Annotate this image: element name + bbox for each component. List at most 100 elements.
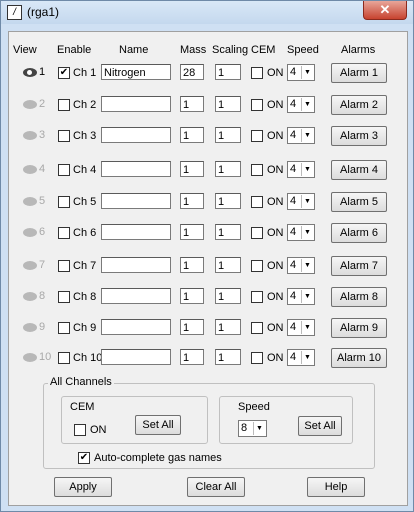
name-field[interactable] xyxy=(101,257,171,273)
mass-field[interactable]: 1 xyxy=(180,224,204,240)
cem-checkbox[interactable] xyxy=(251,322,263,334)
eye-icon[interactable] xyxy=(23,323,37,332)
channel-label: Ch 8 xyxy=(73,291,97,303)
name-field[interactable]: Nitrogen xyxy=(101,64,171,80)
cem-set-all-button[interactable]: Set All xyxy=(135,415,181,435)
name-field[interactable] xyxy=(101,349,171,365)
name-field[interactable] xyxy=(101,193,171,209)
mass-field[interactable]: 1 xyxy=(180,96,204,112)
speed-value: 4 xyxy=(290,321,297,333)
speed-select[interactable]: 4 ▼ xyxy=(287,257,315,274)
cem-checkbox[interactable] xyxy=(251,227,263,239)
mass-field[interactable]: 1 xyxy=(180,127,204,143)
mass-field[interactable]: 1 xyxy=(180,319,204,335)
view-number: 9 xyxy=(39,321,46,333)
speed-select[interactable]: 4 ▼ xyxy=(287,224,315,241)
alarm-button[interactable]: Alarm 3 xyxy=(331,126,387,146)
enable-checkbox[interactable] xyxy=(58,164,70,176)
eye-icon[interactable] xyxy=(23,100,37,109)
speed-select[interactable]: 4 ▼ xyxy=(287,64,315,81)
mass-field[interactable]: 1 xyxy=(180,193,204,209)
scaling-field[interactable]: 1 xyxy=(215,257,241,273)
scaling-field[interactable]: 1 xyxy=(215,64,241,80)
scaling-field[interactable]: 1 xyxy=(215,161,241,177)
help-button[interactable]: Help xyxy=(307,477,365,497)
alarm-button[interactable]: Alarm 7 xyxy=(331,256,387,276)
eye-icon[interactable] xyxy=(23,197,37,206)
speed-select[interactable]: 4 ▼ xyxy=(287,127,315,144)
alarm-button[interactable]: Alarm 10 xyxy=(331,348,387,368)
view-number: 5 xyxy=(39,195,46,207)
alarm-button[interactable]: Alarm 6 xyxy=(331,223,387,243)
eye-icon[interactable] xyxy=(23,228,37,237)
name-field[interactable] xyxy=(101,127,171,143)
name-field[interactable] xyxy=(101,161,171,177)
enable-checkbox[interactable]: ✔ xyxy=(58,67,70,79)
name-field[interactable] xyxy=(101,288,171,304)
scaling-field[interactable]: 1 xyxy=(215,96,241,112)
eye-icon[interactable] xyxy=(23,131,37,140)
eye-icon[interactable] xyxy=(23,353,37,362)
clear-all-button[interactable]: Clear All xyxy=(187,477,245,497)
cem-checkbox[interactable] xyxy=(251,196,263,208)
mass-field[interactable]: 1 xyxy=(180,161,204,177)
speed-value: 4 xyxy=(290,66,297,78)
cem-checkbox[interactable] xyxy=(251,260,263,272)
alarm-button[interactable]: Alarm 4 xyxy=(331,160,387,180)
client-area: View Enable Name Mass Scaling CEM Speed … xyxy=(8,31,408,506)
speed-group-title: Speed xyxy=(236,401,272,413)
scaling-field[interactable]: 1 xyxy=(215,288,241,304)
name-field[interactable] xyxy=(101,224,171,240)
cem-checkbox[interactable] xyxy=(251,352,263,364)
eye-icon[interactable] xyxy=(23,68,37,77)
enable-checkbox[interactable] xyxy=(58,99,70,111)
cem-label: ON xyxy=(267,322,284,334)
enable-checkbox[interactable] xyxy=(58,322,70,334)
eye-icon[interactable] xyxy=(23,292,37,301)
scaling-field[interactable]: 1 xyxy=(215,193,241,209)
cem-checkbox[interactable] xyxy=(251,291,263,303)
eye-icon[interactable] xyxy=(23,165,37,174)
scaling-field[interactable]: 1 xyxy=(215,349,241,365)
speed-value: 4 xyxy=(290,129,297,141)
mass-field[interactable]: 28 xyxy=(180,64,204,80)
enable-checkbox[interactable] xyxy=(58,196,70,208)
cem-checkbox[interactable] xyxy=(251,130,263,142)
speed-select[interactable]: 4 ▼ xyxy=(287,349,315,366)
scaling-field[interactable]: 1 xyxy=(215,127,241,143)
eye-icon[interactable] xyxy=(23,261,37,270)
enable-checkbox[interactable] xyxy=(58,291,70,303)
speed-all-select[interactable]: 8 ▼ xyxy=(238,420,267,437)
channel-label: Ch 1 xyxy=(73,67,97,79)
enable-checkbox[interactable] xyxy=(58,130,70,142)
enable-checkbox[interactable] xyxy=(58,352,70,364)
mass-field[interactable]: 1 xyxy=(180,288,204,304)
cem-checkbox[interactable] xyxy=(251,67,263,79)
alarm-button[interactable]: Alarm 8 xyxy=(331,287,387,307)
close-button[interactable]: ✕ xyxy=(363,1,407,20)
channel-label: Ch 10 xyxy=(73,352,103,364)
scaling-field[interactable]: 1 xyxy=(215,224,241,240)
mass-field[interactable]: 1 xyxy=(180,257,204,273)
name-field[interactable] xyxy=(101,96,171,112)
cem-all-checkbox[interactable] xyxy=(74,424,86,436)
name-field[interactable] xyxy=(101,319,171,335)
enable-checkbox[interactable] xyxy=(58,227,70,239)
alarm-button[interactable]: Alarm 1 xyxy=(331,63,387,83)
alarm-button[interactable]: Alarm 9 xyxy=(331,318,387,338)
alarm-button[interactable]: Alarm 2 xyxy=(331,95,387,115)
enable-checkbox[interactable] xyxy=(58,260,70,272)
apply-button[interactable]: Apply xyxy=(54,477,112,497)
autocomplete-checkbox[interactable]: ✔ xyxy=(78,452,90,464)
speed-select[interactable]: 4 ▼ xyxy=(287,288,315,305)
speed-select[interactable]: 4 ▼ xyxy=(287,319,315,336)
cem-checkbox[interactable] xyxy=(251,164,263,176)
speed-set-all-button[interactable]: Set All xyxy=(298,416,342,436)
alarm-button[interactable]: Alarm 5 xyxy=(331,192,387,212)
speed-select[interactable]: 4 ▼ xyxy=(287,161,315,178)
speed-select[interactable]: 4 ▼ xyxy=(287,193,315,210)
mass-field[interactable]: 1 xyxy=(180,349,204,365)
cem-checkbox[interactable] xyxy=(251,99,263,111)
scaling-field[interactable]: 1 xyxy=(215,319,241,335)
speed-select[interactable]: 4 ▼ xyxy=(287,96,315,113)
